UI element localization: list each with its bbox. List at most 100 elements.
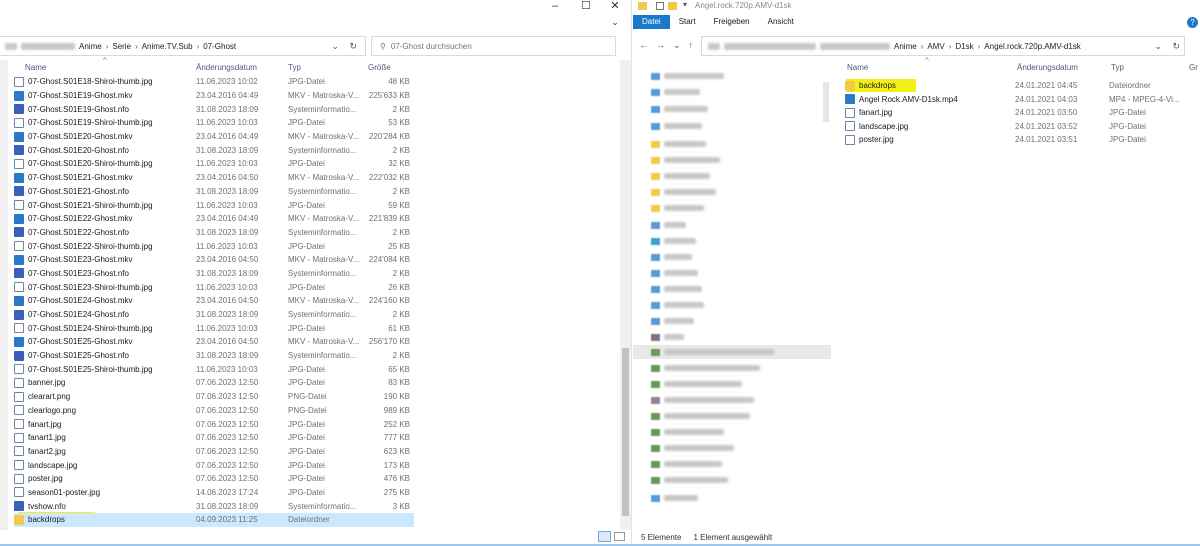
col-date[interactable]: Änderungsdatum (196, 63, 288, 72)
list-item[interactable]: 07-Ghost.S01E24-Shiroi-thumb.jpg 11.06.20… (14, 321, 414, 335)
col-name[interactable]: Name (847, 63, 1017, 72)
back-icon[interactable]: ← (639, 40, 648, 51)
nav-item[interactable] (651, 253, 692, 261)
nav-item[interactable] (651, 88, 700, 96)
col-name[interactable]: Name (25, 63, 196, 72)
nav-item[interactable] (651, 317, 694, 325)
search-input[interactable]: ⚲ 07-Ghost durchsuchen (371, 36, 616, 56)
col-type[interactable]: Typ (288, 63, 368, 72)
maximize-button[interactable]: ☐ (574, 0, 598, 14)
list-item[interactable]: 07-Ghost.S01E18-Shiroi-thumb.jpg 11.06.20… (14, 75, 414, 89)
nav-item[interactable] (651, 122, 702, 130)
nav-item[interactable] (651, 285, 702, 293)
col-type[interactable]: Typ (1111, 63, 1189, 72)
list-item[interactable]: landscape.jpg 07.06.2023 12:50 JPG-Datei 17… (14, 458, 414, 472)
list-item[interactable]: season01-poster.jpg 14.06.2023 17:24 JPG-D… (14, 486, 414, 500)
list-item[interactable]: 07-Ghost.S01E25-Ghost.mkv 23.04.2016 04:5… (14, 335, 414, 349)
tiles-view-icon[interactable] (614, 532, 625, 541)
list-item[interactable]: fanart.jpg 07.06.2023 12:50 JPG-Datei 252 K… (14, 417, 414, 431)
list-item[interactable]: 07-Ghost.S01E23-Shiroi-thumb.jpg 11.06.20… (14, 280, 414, 294)
chevron-down-icon[interactable]: ⌄ (1154, 41, 1162, 52)
list-item[interactable]: 07-Ghost.S01E23-Ghost.nfo 31.08.2023 18:0… (14, 267, 414, 281)
left-scrollbar[interactable] (620, 60, 631, 530)
breadcrumb-item[interactable]: AMV (927, 42, 944, 51)
properties-icon[interactable] (656, 2, 664, 10)
nav-item[interactable] (651, 269, 698, 277)
breadcrumb-item[interactable]: Serie (112, 42, 131, 51)
nav-item[interactable] (651, 140, 706, 148)
col-date[interactable]: Änderungsdatum (1017, 63, 1111, 72)
list-item[interactable]: 07-Ghost.S01E20-Ghost.nfo 31.08.2023 18:0… (14, 143, 414, 157)
nav-item[interactable] (633, 345, 831, 359)
nav-item[interactable] (651, 476, 728, 484)
list-item[interactable]: poster.jpg 07.06.2023 12:50 JPG-Datei 476 K… (14, 472, 414, 486)
nav-item[interactable] (651, 172, 710, 180)
list-item[interactable]: 07-Ghost.S01E25-Ghost.nfo 31.08.2023 18:0… (14, 349, 414, 363)
col-size[interactable]: Größe (368, 63, 408, 72)
new-folder-icon[interactable] (668, 2, 677, 10)
list-item[interactable]: 07-Ghost.S01E25-Shiroi-thumb.jpg 11.06.20… (14, 362, 414, 376)
nav-item[interactable] (651, 105, 708, 113)
right-address-bar[interactable]: Anime › AMV › D1sk › Angel.rock.720p.AMV-d1sk … (701, 36, 1185, 56)
list-item[interactable]: clearlogo.png 07.06.2023 12:50 PNG-Datei 98… (14, 404, 414, 418)
nav-item[interactable] (651, 444, 734, 452)
nav-item[interactable] (651, 396, 754, 404)
list-item[interactable]: 07-Ghost.S01E20-Ghost.mkv 23.04.2016 04:4… (14, 130, 414, 144)
chevron-down-icon[interactable]: ⌄ (603, 16, 627, 30)
list-item[interactable]: 07-Ghost.S01E21-Ghost.mkv 23.04.2016 04:5… (14, 171, 414, 185)
nav-item[interactable] (651, 237, 696, 245)
list-item[interactable]: banner.jpg 07.06.2023 12:50 JPG-Datei 83 KB (14, 376, 414, 390)
nav-item[interactable] (651, 428, 724, 436)
nav-item[interactable] (651, 72, 724, 80)
list-item[interactable]: 07-Ghost.S01E22-Ghost.nfo 31.08.2023 18:0… (14, 226, 414, 240)
quick-access-dropdown-icon[interactable]: ▾ (683, 0, 687, 9)
list-item[interactable]: fanart2.jpg 07.06.2023 12:50 JPG-Datei 623 … (14, 445, 414, 459)
refresh-icon[interactable]: ↻ (349, 41, 357, 52)
nav-item[interactable] (651, 204, 704, 212)
recent-dropdown-icon[interactable]: ⌄ (673, 40, 681, 51)
tab-datei[interactable]: Datei (633, 15, 670, 29)
list-item[interactable]: 07-Ghost.S01E24-Ghost.mkv 23.04.2016 04:5… (14, 294, 414, 308)
list-item[interactable]: fanart1.jpg 07.06.2023 12:50 JPG-Datei 777 … (14, 431, 414, 445)
breadcrumb-item[interactable]: D1sk (955, 42, 973, 51)
refresh-icon[interactable]: ↻ (1172, 41, 1180, 52)
col-size[interactable]: Gr (1189, 63, 1200, 72)
tab-freigeben[interactable]: Freigeben (705, 15, 759, 29)
list-item[interactable]: 07-Ghost.S01E19-Ghost.mkv 23.04.2016 04:4… (14, 89, 414, 103)
nav-item[interactable] (651, 460, 722, 468)
scrollbar-thumb[interactable] (622, 348, 629, 516)
list-item[interactable]: 07-Ghost.S01E19-Shiroi-thumb.jpg 11.06.20… (14, 116, 414, 130)
nav-item[interactable] (651, 188, 716, 196)
breadcrumb-item[interactable]: Angel.rock.720p.AMV-d1sk (984, 42, 1081, 51)
tab-start[interactable]: Start (670, 15, 705, 29)
list-item[interactable]: 07-Ghost.S01E19-Ghost.nfo 31.08.2023 18:0… (14, 102, 414, 116)
nav-item[interactable] (651, 494, 698, 502)
breadcrumb-item[interactable]: 07-Ghost (203, 42, 236, 51)
forward-icon[interactable]: → (656, 40, 665, 51)
breadcrumb-item[interactable]: Anime.TV.Sub (142, 42, 193, 51)
nav-item[interactable] (651, 364, 760, 372)
nav-item[interactable] (651, 221, 686, 229)
tab-ansicht[interactable]: Ansicht (759, 15, 803, 29)
nav-item[interactable] (651, 301, 704, 309)
list-item[interactable]: backdrops 04.09.2023 11:25 Dateiordner (14, 513, 414, 527)
list-item[interactable]: clearart.png 07.06.2023 12:50 PNG-Datei 190… (14, 390, 414, 404)
breadcrumb-item[interactable]: Anime (79, 42, 102, 51)
list-item[interactable]: backdrops 24.01.2021 04:45 Dateiordner (845, 79, 1200, 93)
list-item[interactable]: poster.jpg 24.01.2021 03:51 JPG-Datei (845, 133, 1200, 147)
list-item[interactable]: Angel Rock.AMV-D1sk.mp4 24.01.2021 04:03 M… (845, 93, 1200, 107)
nav-item[interactable] (651, 380, 742, 388)
list-item[interactable]: 07-Ghost.S01E21-Shiroi-thumb.jpg 11.06.20… (14, 198, 414, 212)
minimize-button[interactable]: – (543, 0, 567, 14)
list-item[interactable]: tvshow.nfo 31.08.2023 18:09 Systeminformat… (14, 499, 414, 513)
list-item[interactable]: 07-Ghost.S01E24-Ghost.nfo 31.08.2023 18:0… (14, 308, 414, 322)
up-icon[interactable]: ↑ (689, 40, 694, 51)
list-item[interactable]: 07-Ghost.S01E21-Ghost.nfo 31.08.2023 18:0… (14, 185, 414, 199)
list-item[interactable]: 07-Ghost.S01E20-Shiroi-thumb.jpg 11.06.20… (14, 157, 414, 171)
nav-item[interactable] (651, 156, 720, 164)
help-icon[interactable]: ? (1187, 16, 1198, 28)
breadcrumb-item[interactable]: Anime (894, 42, 917, 51)
left-address-bar[interactable]: Anime › Serie › Anime.TV.Sub › 07-Ghost ⌄ ↻ (0, 36, 366, 56)
list-item[interactable]: 07-Ghost.S01E23-Ghost.mkv 23.04.2016 04:5… (14, 253, 414, 267)
close-button[interactable]: ✕ (603, 0, 627, 14)
